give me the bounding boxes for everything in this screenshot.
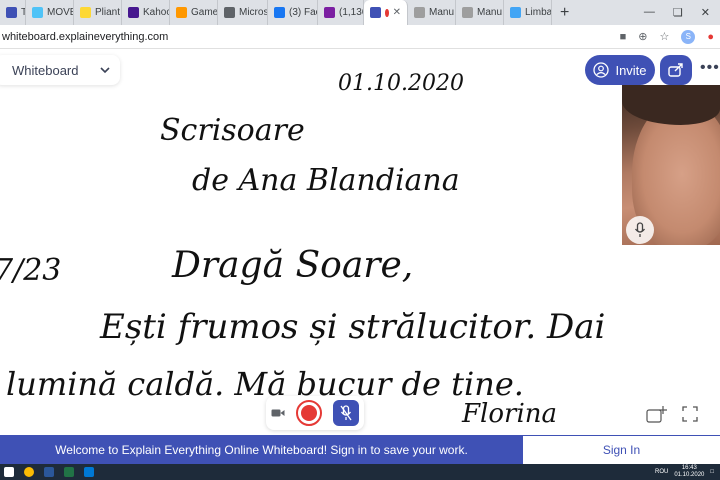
tab-label: (3) Fac: [289, 7, 318, 18]
minimize-icon[interactable]: —: [644, 6, 655, 19]
record-icon: [300, 405, 317, 421]
share-button[interactable]: [660, 55, 692, 85]
tab-favicon-icon: [414, 7, 425, 18]
extension-icon[interactable]: ●: [707, 31, 714, 43]
excel-icon[interactable]: [64, 467, 74, 477]
zoom-icon[interactable]: ⊕: [638, 30, 647, 43]
tab-favicon-icon: [274, 7, 285, 18]
video-mic-button[interactable]: [626, 216, 654, 244]
browser-tab[interactable]: Micros: [218, 0, 268, 25]
date-text: 01.10.2020: [338, 71, 464, 96]
clock[interactable]: 16:43 01.10.2020: [674, 465, 704, 479]
canvas-tools: [630, 399, 720, 429]
tab-label: Manu: [429, 7, 455, 18]
camera-icon[interactable]: ■: [620, 31, 627, 43]
notification-icon[interactable]: □: [710, 469, 714, 475]
tab-label: Game: [191, 7, 218, 18]
microphone-muted-icon: [340, 405, 352, 421]
greeting-line: Dragă Soare,: [172, 245, 414, 286]
margin-note: 7/23: [0, 253, 62, 288]
tab-close-icon[interactable]: ✕: [393, 7, 401, 18]
tab-label: (1,136: [339, 7, 363, 18]
chrome-icon[interactable]: [24, 467, 34, 477]
chevron-down-icon: [100, 67, 111, 74]
body-line-1: Ești frumos și strălucitor. Dai: [100, 307, 606, 347]
signin-banner: Welcome to Explain Everything Online Whi…: [0, 435, 720, 464]
fullscreen-icon[interactable]: [682, 406, 698, 422]
tab-favicon-icon: [462, 7, 473, 18]
microphone-icon: [634, 222, 646, 237]
tab-favicon-icon: [80, 7, 91, 18]
tab-favicon-icon: [6, 7, 17, 18]
tab-favicon-icon: [176, 7, 187, 18]
tab-label: Pliant: [95, 7, 121, 18]
browser-tab[interactable]: Kahoo: [122, 0, 170, 25]
browser-tab[interactable]: Ta: [0, 0, 26, 25]
record-button[interactable]: [295, 400, 322, 426]
browser-tab[interactable]: MOVE: [26, 0, 74, 25]
board-selector[interactable]: Whiteboard: [0, 55, 120, 85]
microphone-toggle[interactable]: [332, 400, 359, 426]
browser-tab-bar: Ta MOVE Pliant Kahoo Game Micros (3) Fac (1,136…: [0, 0, 720, 25]
system-tray: ROU 16:43 01.10.2020 □: [655, 465, 720, 479]
restore-icon[interactable]: ❏: [673, 6, 683, 19]
tab-favicon-icon: [324, 7, 335, 18]
browser-tab[interactable]: (3) Fac: [268, 0, 318, 25]
tab-label: Limba: [525, 7, 552, 18]
new-tab-button[interactable]: +: [552, 4, 577, 22]
clock-date: 01.10.2020: [674, 472, 705, 478]
tab-favicon-icon: [510, 7, 521, 18]
board-name: Whiteboard: [12, 62, 79, 78]
user-icon: [593, 62, 610, 78]
tab-favicon-icon: [32, 7, 43, 18]
app-icon[interactable]: [84, 467, 94, 477]
whiteboard-canvas[interactable]: Whiteboard Invite ••• 01.10.2020 Scrisoa…: [0, 49, 720, 435]
window-controls: — ❏ ✕: [644, 6, 720, 19]
close-window-icon[interactable]: ✕: [701, 6, 710, 19]
tab-recording-icon: [385, 8, 389, 17]
tab-label: Manu: [477, 7, 503, 18]
tab-label: Kahoo: [143, 7, 170, 18]
os-taskbar: ROU 16:43 01.10.2020 □: [0, 464, 720, 480]
start-icon[interactable]: [4, 467, 14, 477]
tab-label: Micros: [239, 7, 268, 18]
tab-favicon-icon: [224, 7, 235, 18]
address-bar-icons: ■ ⊕ ☆ S ●: [620, 29, 720, 44]
participant-hair: [622, 85, 720, 125]
browser-tab[interactable]: Game: [170, 0, 218, 25]
browser-tab[interactable]: Pliant: [74, 0, 122, 25]
video-camera-icon[interactable]: [271, 408, 285, 418]
browser-tab[interactable]: Manu: [456, 0, 504, 25]
recording-toolbar: [266, 396, 364, 430]
browser-tab[interactable]: (1,136: [318, 0, 364, 25]
profile-avatar[interactable]: S: [681, 29, 696, 44]
browser-tab[interactable]: ✕: [364, 0, 408, 25]
url-field[interactable]: whiteboard.explaineverything.com: [0, 31, 168, 43]
signin-button[interactable]: Sign In: [523, 435, 720, 464]
clock-time: 16:43: [681, 465, 697, 471]
word-icon[interactable]: [44, 467, 54, 477]
browser-tab[interactable]: Manu: [408, 0, 456, 25]
banner-message: Welcome to Explain Everything Online Whi…: [0, 435, 523, 464]
bookmark-star-icon[interactable]: ☆: [659, 30, 669, 43]
signature: Florina: [462, 399, 557, 429]
address-bar: whiteboard.explaineverything.com ■ ⊕ ☆ S…: [0, 25, 720, 49]
share-icon: [668, 63, 683, 77]
add-slide-icon[interactable]: [646, 404, 668, 424]
body-line-2: lumină caldă. Mă bucur de tine.: [6, 365, 524, 403]
browser-tab[interactable]: Limba: [504, 0, 552, 25]
letter-title: Scrisoare: [160, 113, 305, 148]
letter-author: de Ana Blandiana: [192, 163, 460, 198]
more-options-button[interactable]: •••: [700, 59, 720, 77]
invite-button[interactable]: Invite: [585, 55, 655, 85]
tab-label: MOVE: [47, 7, 74, 18]
tab-favicon-icon: [370, 7, 381, 18]
language-indicator[interactable]: ROU: [655, 469, 668, 475]
invite-label: Invite: [615, 62, 647, 78]
tab-favicon-icon: [128, 7, 139, 18]
